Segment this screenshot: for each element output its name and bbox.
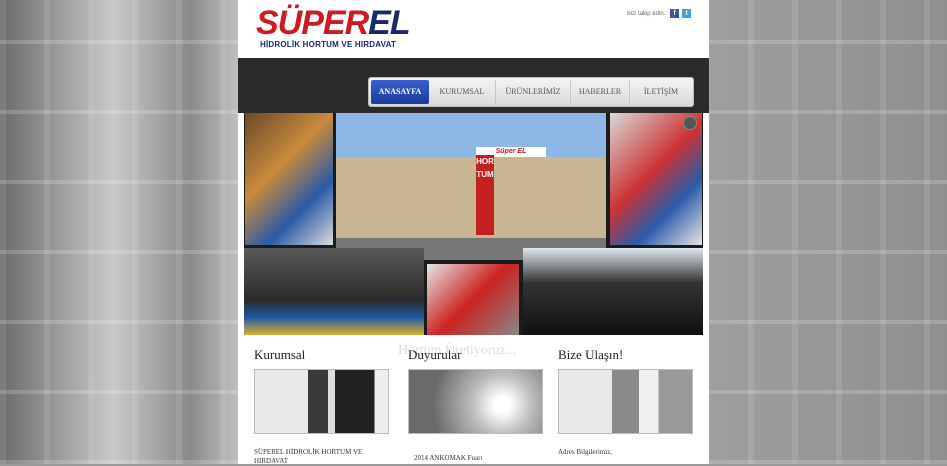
- column-text: SÜPEREL HİDROLİK HORTUM VE HIRDAVAT: [254, 448, 363, 465]
- column-kurumsal: Kurumsal SÜPEREL HİDROLİK HORTUM VE HIRD…: [254, 347, 394, 466]
- slider-photo-store: [245, 113, 333, 245]
- slider-photo-workshop: [244, 248, 424, 335]
- nav-item-iletisim[interactable]: İLETİŞİM: [630, 80, 692, 104]
- logo-text-super: SÜPER: [256, 4, 369, 42]
- logo-subtitle: HİDROLİK HORTUM VE HIRDAVAT: [260, 40, 397, 49]
- follow-label: bizi takip edin..: [627, 10, 667, 17]
- hortum-sign: HORTUM: [476, 155, 494, 235]
- duyurular-image[interactable]: [408, 369, 543, 434]
- column-duyurular: Duyurular 2014 ANKOMAK Fuarı: [408, 347, 548, 463]
- nav-item-kurumsal[interactable]: KURUMSAL: [429, 80, 496, 104]
- slider-toggle-icon[interactable]: [683, 116, 697, 130]
- site-logo[interactable]: SÜPEREL: [256, 4, 411, 42]
- nav-item-anasayfa[interactable]: ANASAYFA: [371, 80, 429, 104]
- main-nav: ANASAYFA KURUMSAL ÜRÜNLERİMİZ HABERLER İ…: [368, 77, 694, 107]
- nav-item-urunlerimiz[interactable]: ÜRÜNLERİMİZ: [496, 80, 571, 104]
- column-title: Bize Ulaşın!: [558, 347, 624, 362]
- slider-photo-building: [336, 113, 606, 260]
- social-follow: bizi takip edin.. f t: [627, 9, 691, 18]
- facebook-icon[interactable]: f: [670, 9, 679, 18]
- column-text: Adres Bilgilerimiz,: [558, 448, 613, 456]
- slider-photo-shelves: [610, 113, 702, 245]
- site-header: SÜPEREL HİDROLİK HORTUM VE HIRDAVAT bizi…: [238, 0, 709, 58]
- column-text[interactable]: 2014 ANKOMAK Fuarı: [408, 454, 548, 463]
- logo-text-el: EL: [368, 4, 410, 42]
- nav-item-haberler[interactable]: HABERLER: [571, 80, 630, 104]
- slider-photo-hoses: [523, 248, 703, 335]
- column-title: Kurumsal: [254, 347, 306, 362]
- image-slider[interactable]: Süper EL HORTUM: [244, 113, 703, 335]
- kurumsal-image[interactable]: [254, 369, 389, 434]
- slider-photo-products: [427, 264, 519, 335]
- nav-band: ANASAYFA KURUMSAL ÜRÜNLERİMİZ HABERLER İ…: [238, 58, 709, 113]
- contact-image[interactable]: [558, 369, 693, 434]
- column-title: Duyurular: [408, 347, 462, 362]
- page-container: SÜPEREL HİDROLİK HORTUM VE HIRDAVAT bizi…: [238, 0, 709, 466]
- column-bize-ulasin: Bize Ulaşın! Adres Bilgilerimiz,: [558, 347, 698, 457]
- twitter-icon[interactable]: t: [682, 9, 691, 18]
